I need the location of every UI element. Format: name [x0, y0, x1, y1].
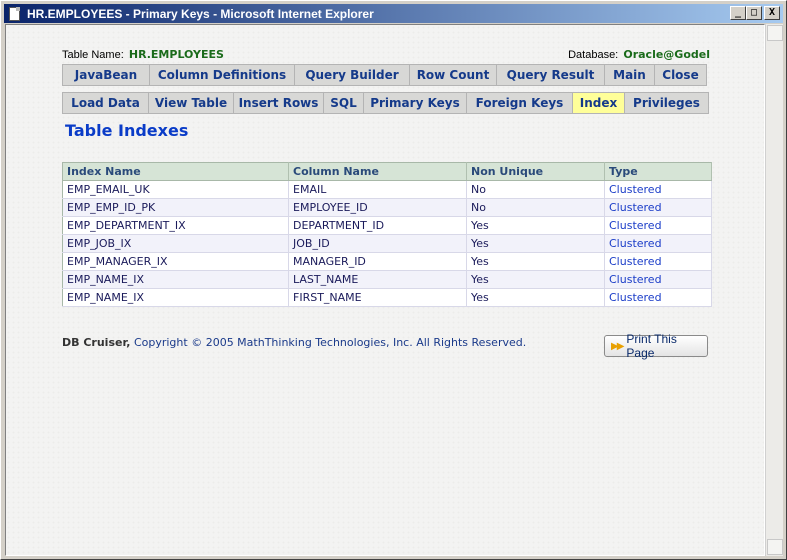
- table-row: EMP_NAME_IX LAST_NAME Yes Clustered: [62, 270, 712, 289]
- table-row: EMP_JOB_IX JOB_ID Yes Clustered: [62, 234, 712, 253]
- tab-load-data[interactable]: Load Data: [62, 92, 149, 114]
- scroll-up-button[interactable]: [767, 25, 783, 41]
- double-arrow-icon: ▶▶: [611, 340, 624, 352]
- page-title: Table Indexes: [65, 121, 189, 140]
- table-row: EMP_EMP_ID_PK EMPLOYEE_ID No Clustered: [62, 198, 712, 217]
- tab-main[interactable]: Main: [604, 64, 655, 86]
- table-row: EMP_NAME_IX FIRST_NAME Yes Clustered: [62, 288, 712, 307]
- cell-index-name: EMP_NAME_IX: [62, 270, 289, 289]
- table-name-value: HR.EMPLOYEES: [128, 48, 224, 61]
- cell-type: Clustered: [604, 288, 712, 307]
- ie-page-icon: [7, 6, 23, 22]
- print-page-button[interactable]: ▶▶ Print This Page: [604, 332, 708, 360]
- tab-sql[interactable]: SQL: [323, 92, 364, 114]
- table-row: EMP_MANAGER_IX MANAGER_ID Yes Clustered: [62, 252, 712, 271]
- footer-copyright: Copyright © 2005 MathThinking Technologi…: [133, 336, 527, 349]
- scroll-down-button[interactable]: [767, 539, 783, 555]
- cell-index-name: EMP_MANAGER_IX: [62, 252, 289, 271]
- cell-non-unique: Yes: [466, 234, 605, 253]
- cell-type: Clustered: [604, 198, 712, 217]
- col-index-name-header: Index Name: [62, 162, 289, 181]
- cell-column-name: JOB_ID: [288, 234, 467, 253]
- cell-type: Clustered: [604, 180, 712, 199]
- cell-non-unique: No: [466, 180, 605, 199]
- cell-non-unique: No: [466, 198, 605, 217]
- browser-window: HR.EMPLOYEES - Primary Keys - Microsoft …: [0, 0, 787, 560]
- tab-primary-keys[interactable]: Primary Keys: [363, 92, 467, 114]
- tab-column-definitions[interactable]: Column Definitions: [149, 64, 295, 86]
- print-button-label: Print This Page: [626, 332, 677, 360]
- cell-column-name: DEPARTMENT_ID: [288, 216, 467, 235]
- database-value: Oracle@Godel: [623, 48, 710, 61]
- tab-query-builder[interactable]: Query Builder: [294, 64, 410, 86]
- cell-type: Clustered: [604, 270, 712, 289]
- cell-non-unique: Yes: [466, 288, 605, 307]
- tab-view-table[interactable]: View Table: [148, 92, 234, 114]
- col-non-unique-header: Non Unique: [466, 162, 605, 181]
- table-row: EMP_DEPARTMENT_IX DEPARTMENT_ID Yes Clus…: [62, 216, 712, 235]
- database-label: Database:: [568, 49, 619, 61]
- tab-insert-rows[interactable]: Insert Rows: [233, 92, 324, 114]
- tab-foreign-keys[interactable]: Foreign Keys: [466, 92, 573, 114]
- database-info: Database: Oracle@Godel: [568, 43, 710, 62]
- tab-row-count[interactable]: Row Count: [409, 64, 497, 86]
- col-type-header: Type: [604, 162, 712, 181]
- page-content: Table Name: HR.EMPLOYEES Database: Oracl…: [5, 24, 765, 556]
- col-column-name-header: Column Name: [288, 162, 467, 181]
- maximize-button[interactable]: □: [746, 6, 762, 20]
- cell-non-unique: Yes: [466, 252, 605, 271]
- cell-type: Clustered: [604, 252, 712, 271]
- table-row: EMP_EMAIL_UK EMAIL No Clustered: [62, 180, 712, 199]
- tab-index[interactable]: Index: [572, 92, 625, 114]
- cell-index-name: EMP_EMP_ID_PK: [62, 198, 289, 217]
- tab-row-2: Load Data View Table Insert Rows SQL Pri…: [62, 92, 709, 114]
- cell-type: Clustered: [604, 234, 712, 253]
- window-controls: _ □ X: [730, 6, 780, 20]
- table-name-info: Table Name: HR.EMPLOYEES: [62, 43, 224, 62]
- cell-index-name: EMP_DEPARTMENT_IX: [62, 216, 289, 235]
- cell-column-name: MANAGER_ID: [288, 252, 467, 271]
- cell-non-unique: Yes: [466, 270, 605, 289]
- footer-brand: DB Cruiser,: [62, 336, 131, 349]
- cell-column-name: FIRST_NAME: [288, 288, 467, 307]
- tab-privileges[interactable]: Privileges: [624, 92, 709, 114]
- cell-index-name: EMP_NAME_IX: [62, 288, 289, 307]
- vertical-scrollbar[interactable]: [765, 24, 783, 556]
- tab-close[interactable]: Close: [654, 64, 707, 86]
- cell-non-unique: Yes: [466, 216, 605, 235]
- table-name-label: Table Name:: [62, 49, 124, 61]
- footer: DB Cruiser, Copyright © 2005 MathThinkin…: [62, 336, 526, 349]
- table-header-row: Index Name Column Name Non Unique Type: [62, 162, 712, 181]
- cell-column-name: EMPLOYEE_ID: [288, 198, 467, 217]
- minimize-button[interactable]: _: [730, 6, 746, 20]
- window-title: HR.EMPLOYEES - Primary Keys - Microsoft …: [27, 6, 374, 21]
- cell-type: Clustered: [604, 216, 712, 235]
- tab-javabean[interactable]: JavaBean: [62, 64, 150, 86]
- cell-index-name: EMP_EMAIL_UK: [62, 180, 289, 199]
- cell-column-name: LAST_NAME: [288, 270, 467, 289]
- tab-row-1: JavaBean Column Definitions Query Builde…: [62, 64, 707, 86]
- cell-column-name: EMAIL: [288, 180, 467, 199]
- index-table: Index Name Column Name Non Unique Type E…: [62, 162, 712, 307]
- cell-index-name: EMP_JOB_IX: [62, 234, 289, 253]
- close-button[interactable]: X: [764, 6, 780, 20]
- tab-query-result[interactable]: Query Result: [496, 64, 605, 86]
- title-bar[interactable]: HR.EMPLOYEES - Primary Keys - Microsoft …: [4, 4, 783, 23]
